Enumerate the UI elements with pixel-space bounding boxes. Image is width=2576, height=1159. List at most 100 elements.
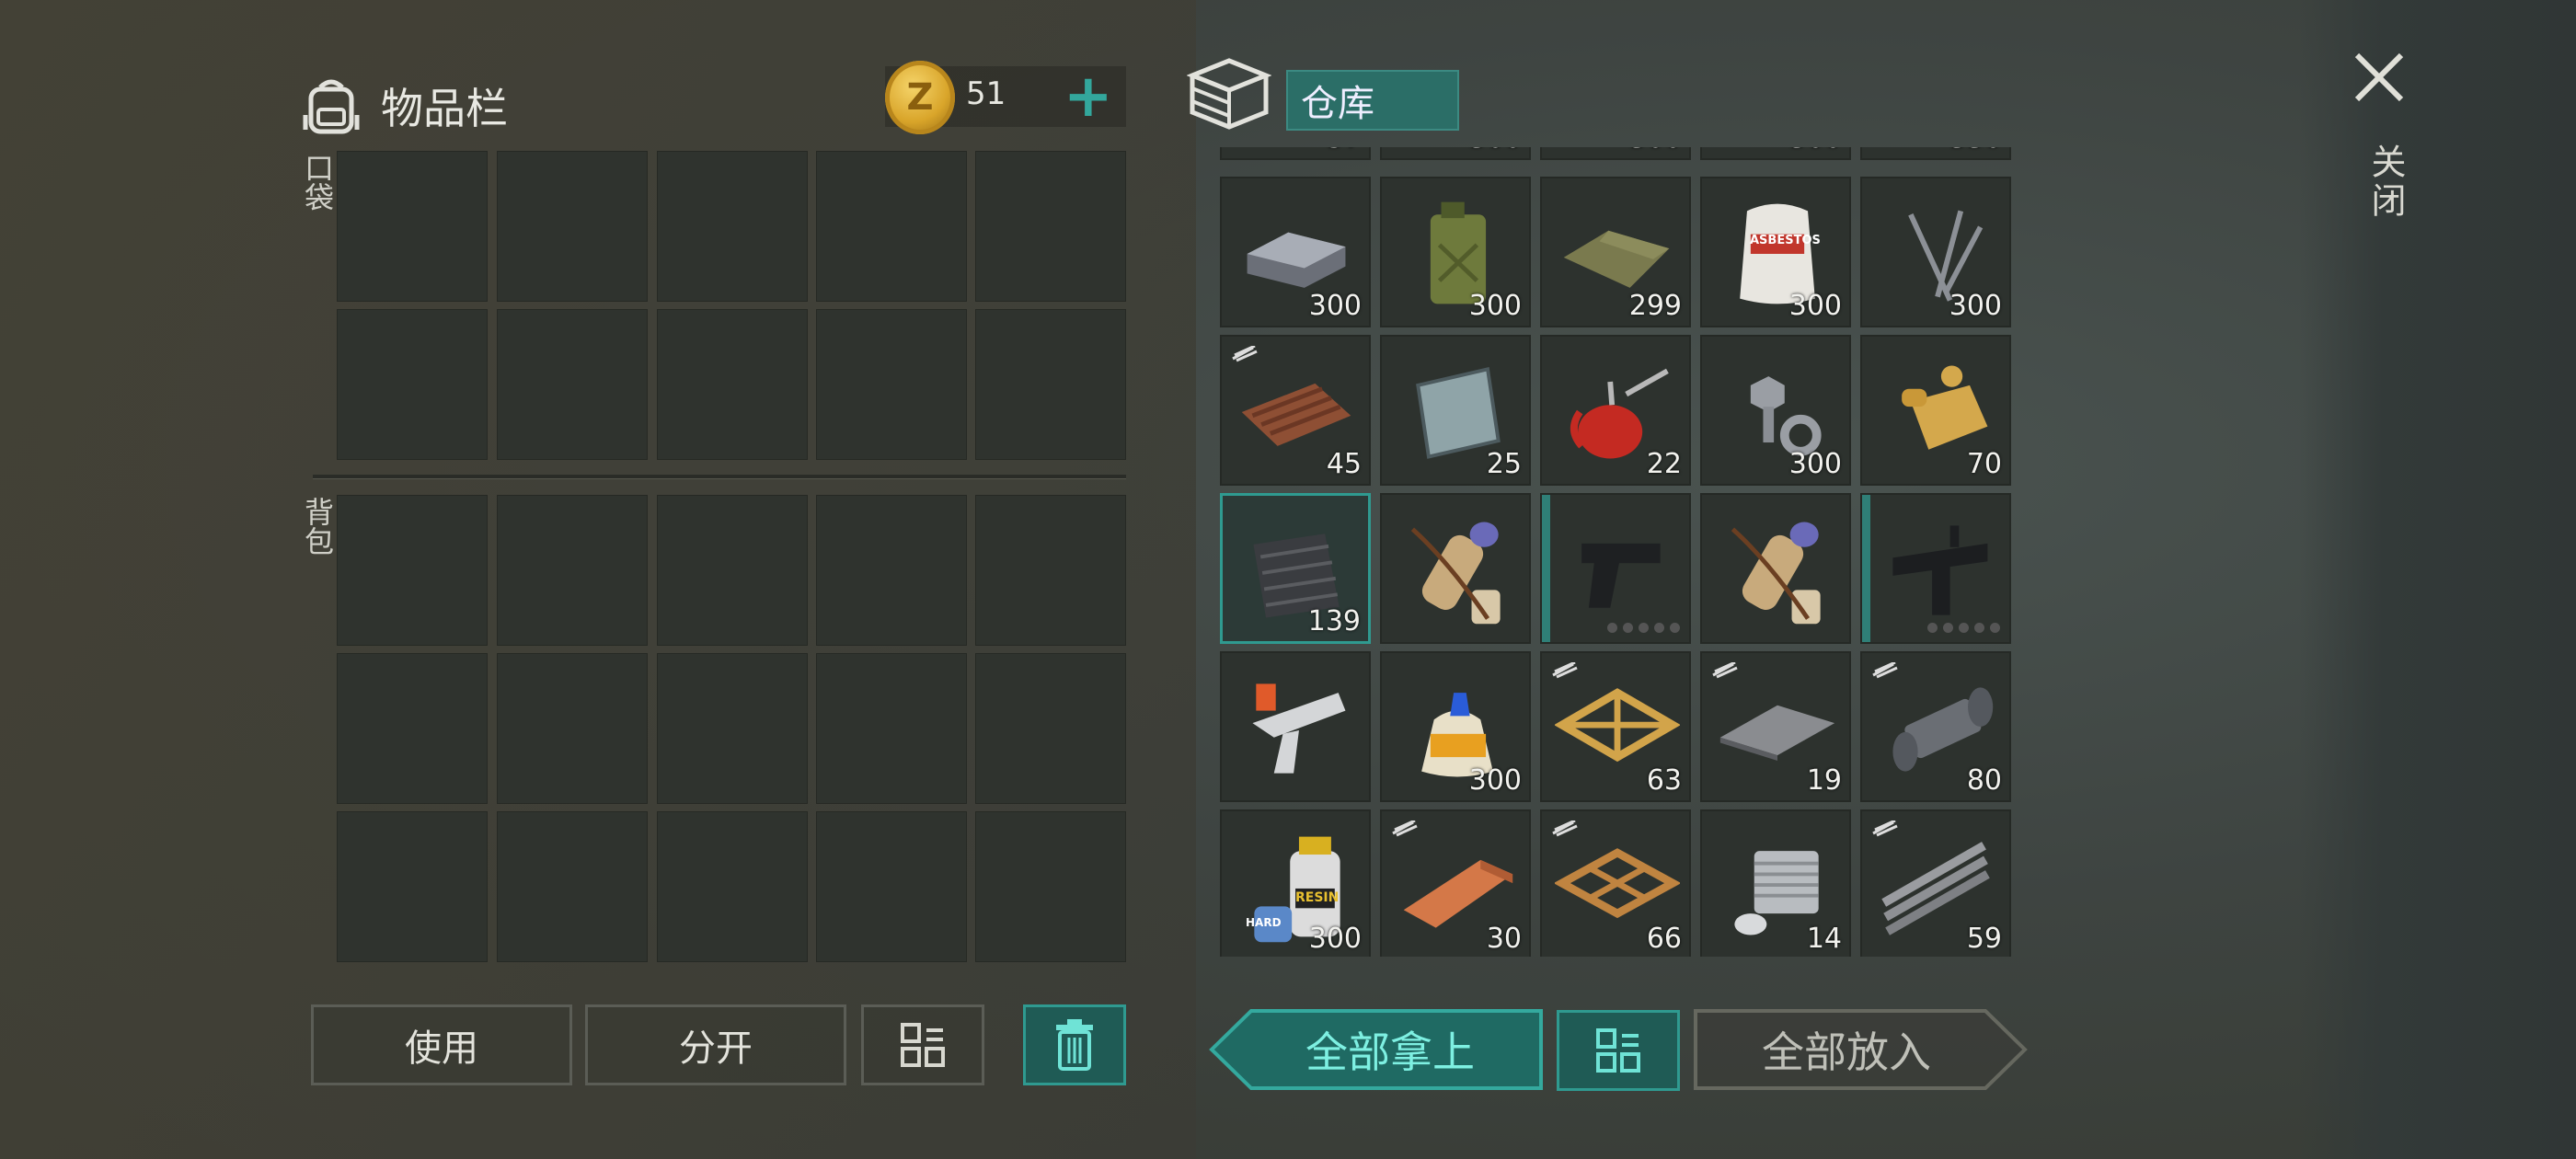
stack-tag-icon [1392,820,1418,837]
stack-tag-icon [1872,662,1898,679]
ammo-dots [1607,623,1680,633]
storage-item-copper-bar[interactable]: 30 [1380,809,1531,957]
item-label: ASBESTOS [1750,234,1821,247]
tab-storage[interactable]: 仓库 [1286,70,1459,131]
storage-item-metal-pipe[interactable]: 80 [1860,651,2011,802]
inventory-slot[interactable] [337,811,488,962]
inventory-slot[interactable] [337,653,488,804]
storage-item-window-frame[interactable]: 66 [1540,809,1691,957]
inventory-slot[interactable] [816,811,967,962]
item-quantity: 19 [1806,764,1842,797]
delete-button[interactable] [1023,1004,1126,1085]
storage-cell-partial[interactable]: 330 [1860,147,2011,160]
inventory-slot[interactable] [497,653,648,804]
item-quantity: 22 [1646,448,1682,480]
inventory-slot[interactable] [337,309,488,460]
inventory-slot[interactable] [497,811,648,962]
storage-item-rebar[interactable]: 59 [1860,809,2011,957]
backpack-icon [303,79,360,134]
storage-item-cloth-bundle[interactable]: 139 [1220,493,1371,644]
storage-item-smg[interactable] [1860,493,2011,644]
inventory-slot[interactable] [816,151,967,302]
inventory-slot[interactable] [816,495,967,646]
inventory-slot[interactable] [497,151,648,302]
item-quantity: 300 [1469,147,1522,155]
storage-item-resin[interactable]: RESIN HARD 300 [1220,809,1371,957]
inventory-slot[interactable] [975,495,1126,646]
use-button[interactable]: 使用 [311,1004,572,1085]
item-quantity: 300 [1308,923,1362,955]
inventory-slot[interactable] [497,309,648,460]
inventory-slot[interactable] [975,811,1126,962]
inventory-slot[interactable] [657,495,808,646]
storage-item-pistol[interactable] [1540,493,1691,644]
storage-item-fabric[interactable]: 299 [1540,177,1691,327]
storage-item-quiver[interactable] [1700,493,1851,644]
storage-item-iron-ingot[interactable]: 300 [1220,177,1371,327]
storage-item-glass-sheet[interactable]: 25 [1380,335,1531,486]
item-quantity: 300 [1949,290,2002,322]
inventory-slot[interactable] [497,495,648,646]
glue-gun-icon [1252,683,1346,774]
take-all-button[interactable]: 全部拿上 [1209,1008,1544,1091]
ammo-dots [1927,623,2000,633]
storage-cell-partial[interactable]: 300 [1700,147,1851,160]
quiver-icon [1410,522,1501,625]
storage-cell-partial[interactable]: 57 [1220,147,1371,160]
item-quantity: 70 [1966,448,2002,480]
inventory-slot[interactable] [975,151,1126,302]
storage-item-quiver[interactable] [1380,493,1531,644]
inventory-slot[interactable] [816,653,967,804]
storage-item-gas-canister[interactable]: 300 [1380,177,1531,327]
storage-item-bolts[interactable]: 300 [1700,335,1851,486]
storage-item-metal-plate[interactable]: 19 [1700,651,1851,802]
storage-item-super-glue[interactable]: 300 [1380,651,1531,802]
pocket-label: 口袋 [300,153,335,212]
crate-icon [1186,55,1272,136]
item-quantity: 59 [1966,923,2002,955]
put-all-button[interactable]: 全部放入 [1693,1008,2028,1091]
item-quantity: 139 [1307,605,1361,637]
storage-item-wood-parts[interactable]: 70 [1860,335,2011,486]
inventory-slot[interactable] [975,653,1126,804]
storage-item-asbestos-bag[interactable]: ASBESTOS 300 [1700,177,1851,327]
item-quantity: 80 [1966,764,2002,797]
sort-button[interactable] [861,1004,984,1085]
item-quantity: 300 [1308,290,1362,322]
storage-item-engine-cylinder[interactable]: 14 [1700,809,1851,957]
storage-item-glue-gun[interactable] [1220,651,1371,802]
inventory-title: 物品栏 [381,84,508,133]
coin-icon: Z [885,61,955,134]
storage-item-nails[interactable]: 300 [1860,177,2011,327]
inventory-slot[interactable] [975,309,1126,460]
item-quantity: 300 [1629,147,1682,155]
coin-count: 51 [966,75,1006,112]
inventory-slot[interactable] [657,151,808,302]
item-quantity: 45 [1326,448,1362,480]
trash-icon [1056,1019,1093,1071]
inventory-slot[interactable] [657,653,808,804]
storage-grid[interactable]: 57 300 300 300 330 300 300 299 ASBESTOS 300 300 45… [1220,147,2017,957]
storage-item-wooden-frame[interactable]: 63 [1540,651,1691,802]
inventory-header: 物品栏 [300,64,508,147]
right-shade [2300,0,2576,1159]
storage-sort-button[interactable] [1557,1010,1680,1091]
storage-item-oil-can[interactable]: 22 [1540,335,1691,486]
item-quantity: 300 [1468,764,1522,797]
inventory-slot[interactable] [816,309,967,460]
storage-cell-partial[interactable]: 300 [1540,147,1691,160]
storage-cell-partial[interactable]: 300 [1380,147,1531,160]
put-all-label: 全部放入 [1762,1027,1931,1077]
inventory-slot[interactable] [337,151,488,302]
close-button[interactable] [2350,48,2409,107]
storage-item-slate[interactable]: 45 [1220,335,1371,486]
stack-tag-icon [1232,346,1258,362]
inventory-slot[interactable] [657,309,808,460]
inventory-slot[interactable] [337,495,488,646]
split-button[interactable]: 分开 [585,1004,846,1085]
add-coins-button[interactable]: + [1064,61,1113,132]
stack-tag-icon [1552,820,1578,837]
inventory-slot[interactable] [657,811,808,962]
item-quantity: 30 [1486,923,1522,955]
stack-tag-icon [1552,662,1578,679]
